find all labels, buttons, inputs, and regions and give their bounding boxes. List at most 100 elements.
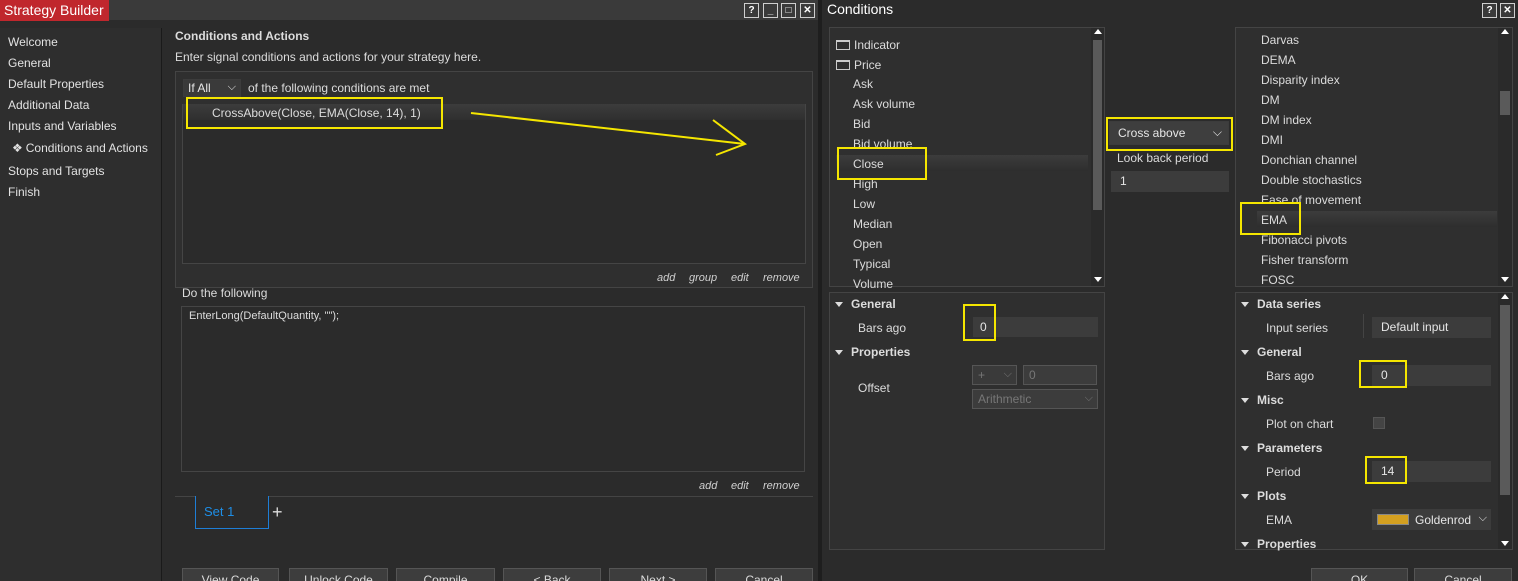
scroll-down-icon[interactable] — [1094, 277, 1102, 282]
offset-value-input[interactable]: 0 — [1023, 365, 1097, 385]
tree-item[interactable]: Typical — [853, 257, 890, 271]
back-button[interactable]: < Back — [503, 568, 601, 581]
tree-item[interactable]: Volume — [853, 277, 893, 288]
left-properties-section[interactable]: Properties — [835, 345, 910, 359]
scroll-thumb[interactable] — [1093, 40, 1102, 210]
offset-type-select[interactable]: Arithmetic ⌵ — [972, 389, 1098, 409]
misc-section[interactable]: Misc — [1241, 393, 1284, 407]
indicator-item[interactable]: Double stochastics — [1261, 173, 1362, 187]
scroll-down-icon[interactable] — [1501, 277, 1509, 282]
scroll-up-icon[interactable] — [1094, 29, 1102, 34]
conditions-close-button[interactable]: ✕ — [1500, 3, 1515, 18]
right-list-scrollbar[interactable] — [1498, 28, 1512, 286]
folder-icon — [836, 40, 850, 50]
group-condition-link[interactable]: group — [689, 272, 717, 284]
ema-color-select[interactable]: Goldenrod ⌵ — [1372, 509, 1491, 530]
tree-item[interactable]: Median — [853, 217, 892, 231]
lookback-input[interactable]: 1 — [1111, 171, 1229, 192]
scroll-up-icon[interactable] — [1501, 294, 1509, 299]
sidebar-item-welcome[interactable]: Welcome — [8, 35, 58, 49]
scroll-up-icon[interactable] — [1501, 29, 1509, 34]
tab-set-1[interactable]: Set 1 — [195, 496, 269, 529]
collapse-icon — [1241, 350, 1249, 356]
add-action-link[interactable]: add — [699, 480, 717, 492]
plot-on-chart-label: Plot on chart — [1266, 417, 1334, 431]
indicator-item[interactable]: Donchian channel — [1261, 153, 1357, 167]
indicator-item[interactable]: DMI — [1261, 133, 1283, 147]
right-bars-ago-label: Bars ago — [1266, 369, 1315, 383]
view-code-button[interactable]: View Code — [182, 568, 279, 581]
right-properties-section[interactable]: Properties — [1241, 537, 1316, 551]
left-general-section[interactable]: General — [835, 297, 896, 311]
conditions-title: Conditions — [827, 1, 894, 17]
section-label: Data series — [1257, 297, 1322, 311]
section-label: Parameters — [1257, 441, 1323, 455]
indicator-item[interactable]: DM index — [1261, 113, 1312, 127]
window-title: Strategy Builder — [0, 0, 109, 21]
collapse-icon — [1241, 302, 1249, 308]
plot-on-chart-checkbox[interactable] — [1373, 417, 1385, 429]
tree-item[interactable]: Bid — [853, 117, 870, 131]
tree-item[interactable]: Ask — [853, 77, 873, 91]
indicator-item[interactable]: DEMA — [1261, 53, 1296, 67]
minimize-button[interactable]: _ — [763, 3, 778, 18]
conditions-help-button[interactable]: ? — [1482, 3, 1497, 18]
scroll-down-icon[interactable] — [1501, 541, 1509, 546]
plots-section[interactable]: Plots — [1241, 489, 1286, 503]
tree-folder-price[interactable]: Price — [836, 58, 881, 72]
indicator-item[interactable]: FOSC — [1261, 273, 1294, 286]
actions-panel-border — [175, 496, 813, 497]
indicator-item[interactable]: Fisher transform — [1261, 253, 1348, 267]
cancel-button[interactable]: Cancel — [715, 568, 813, 581]
conditions-cancel-button[interactable]: Cancel — [1414, 568, 1512, 581]
right-general-section[interactable]: General — [1241, 345, 1302, 359]
maximize-button[interactable]: □ — [781, 3, 796, 18]
section-label: Properties — [1257, 537, 1317, 551]
condition-mode-select[interactable]: If All ⌵ — [183, 79, 241, 97]
sidebar-item-finish[interactable]: Finish — [8, 185, 40, 199]
remove-action-link[interactable]: remove — [763, 480, 800, 492]
sidebar-item-default-properties[interactable]: Default Properties — [8, 77, 104, 91]
input-series-value[interactable]: Default input — [1372, 317, 1491, 338]
input-series-label: Input series — [1266, 321, 1329, 335]
sidebar-item-general[interactable]: General — [8, 56, 51, 70]
parameters-section[interactable]: Parameters — [1241, 441, 1322, 455]
arrow-annotation-icon — [470, 112, 748, 156]
left-tree-scrollbar[interactable] — [1091, 28, 1104, 286]
tree-item[interactable]: Low — [853, 197, 875, 211]
scroll-thumb[interactable] — [1500, 91, 1510, 115]
action-item[interactable]: EnterLong(DefaultQuantity, ""); — [189, 310, 339, 322]
close-highlight-box — [837, 147, 927, 180]
add-condition-link[interactable]: add — [657, 272, 675, 284]
unlock-code-button[interactable]: Unlock Code — [289, 568, 388, 581]
right-props-scrollbar[interactable] — [1498, 293, 1512, 549]
indicator-item[interactable]: Darvas — [1261, 33, 1299, 47]
sidebar-item-additional-data[interactable]: Additional Data — [8, 98, 89, 112]
chevron-down-icon: ⌵ — [1003, 368, 1012, 380]
help-button[interactable]: ? — [744, 3, 759, 18]
edit-condition-link[interactable]: edit — [731, 272, 749, 284]
indicator-item[interactable]: Fibonacci pivots — [1261, 233, 1347, 247]
edit-action-link[interactable]: edit — [731, 480, 749, 492]
add-set-button[interactable]: + — [272, 502, 283, 523]
indicator-item[interactable]: Disparity index — [1261, 73, 1340, 87]
sidebar-item-label: Conditions and Actions — [25, 141, 148, 155]
scroll-thumb[interactable] — [1500, 305, 1510, 495]
compile-button[interactable]: Compile — [396, 568, 495, 581]
sidebar-item-stops-targets[interactable]: Stops and Targets — [8, 164, 105, 178]
remove-condition-link[interactable]: remove — [763, 272, 800, 284]
data-series-section[interactable]: Data series — [1241, 297, 1321, 311]
tree-folder-indicator[interactable]: Indicator — [836, 38, 900, 52]
close-button[interactable]: ✕ — [800, 3, 815, 18]
tree-item[interactable]: Ask volume — [853, 97, 915, 111]
ok-button[interactable]: OK — [1311, 568, 1408, 581]
sidebar-item-inputs-variables[interactable]: Inputs and Variables — [8, 119, 117, 133]
next-button[interactable]: Next > — [609, 568, 707, 581]
tree-item[interactable]: Open — [853, 237, 882, 251]
indicator-item[interactable]: DM — [1261, 93, 1280, 107]
sidebar-item-conditions-actions[interactable]: ❖ Conditions and Actions — [12, 141, 148, 155]
offset-operator-select[interactable]: + ⌵ — [972, 365, 1017, 385]
condition-highlight-box — [186, 97, 443, 129]
lookback-label: Look back period — [1117, 151, 1209, 165]
collapse-icon — [835, 350, 843, 356]
